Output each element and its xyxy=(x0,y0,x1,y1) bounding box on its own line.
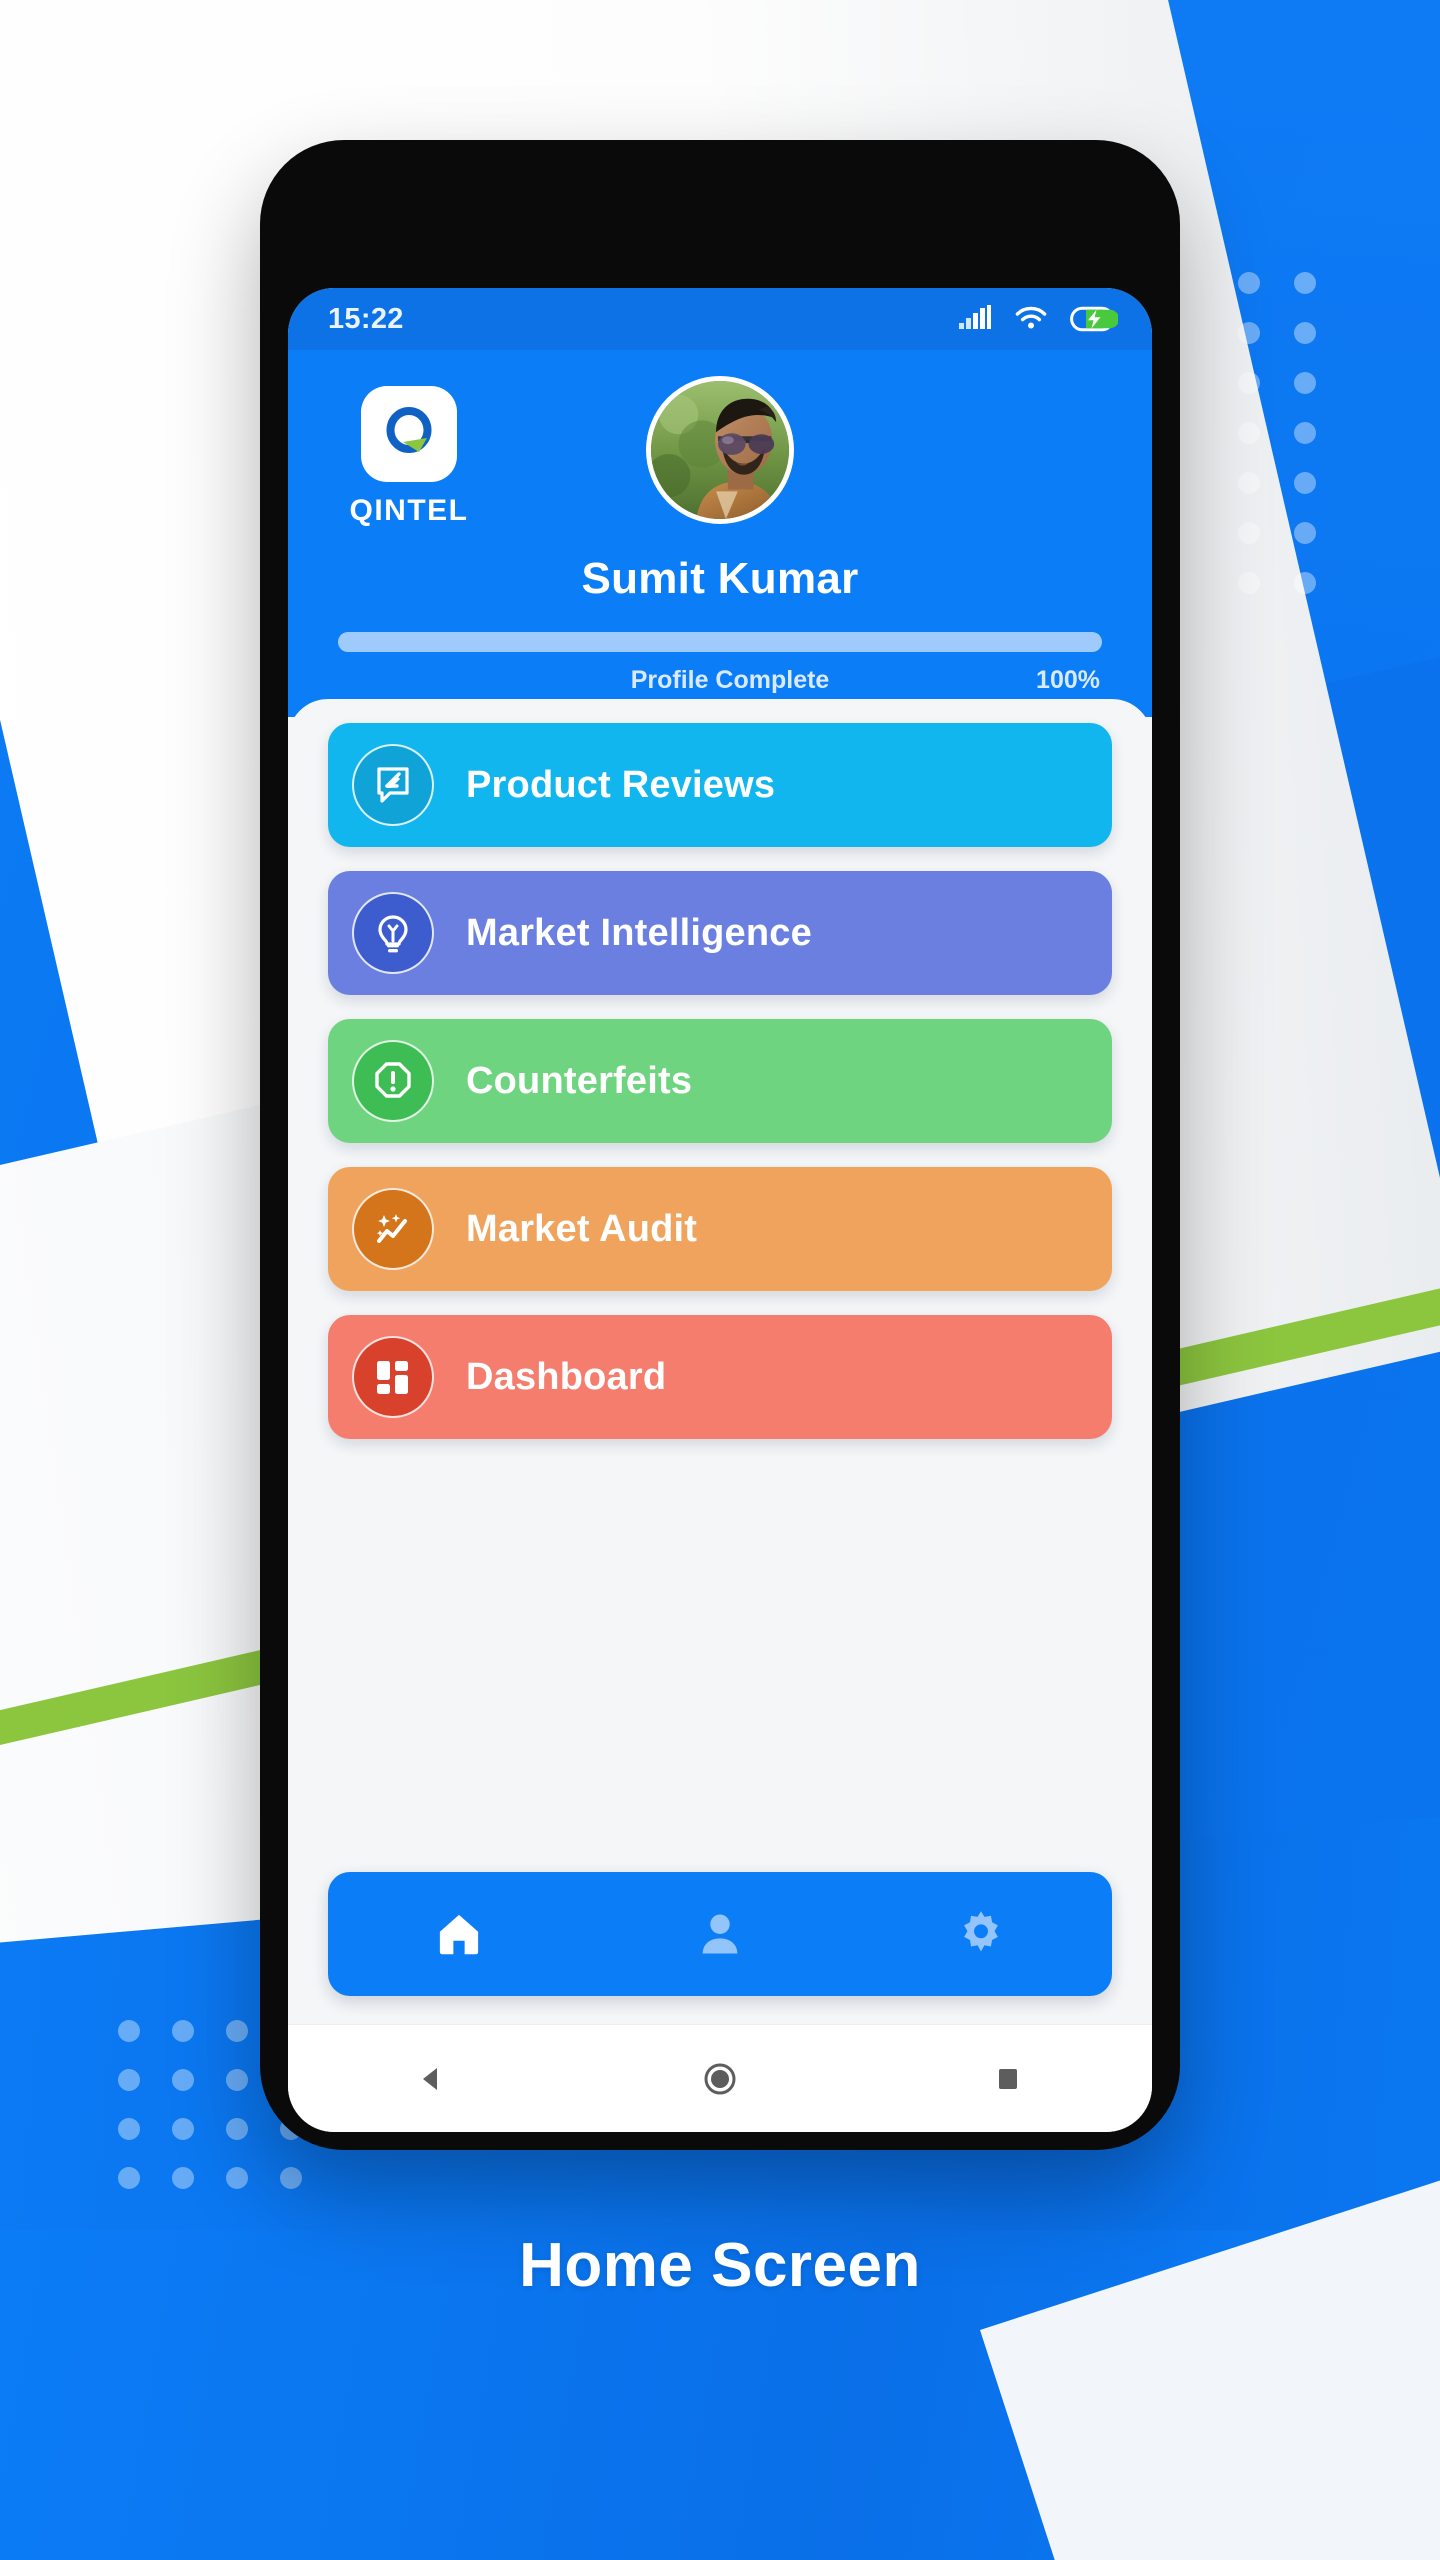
decorative-dot-grid-right xyxy=(1238,272,1350,622)
system-home-button[interactable] xyxy=(660,2044,780,2114)
profile-complete-percent: 100% xyxy=(1036,666,1100,694)
dot xyxy=(118,2020,140,2042)
dot xyxy=(1238,422,1260,444)
dot xyxy=(226,2020,248,2042)
dot xyxy=(1238,272,1260,294)
status-bar-clock: 15:22 xyxy=(328,302,404,335)
profile-completion-progress-fill xyxy=(338,632,1102,652)
dot xyxy=(172,2167,194,2189)
dot xyxy=(118,2167,140,2189)
nav-button-settings[interactable] xyxy=(921,1888,1041,1980)
header-row: QINTEL xyxy=(334,376,1106,546)
dot xyxy=(1238,372,1260,394)
system-recents-button[interactable] xyxy=(948,2044,1068,2114)
dot xyxy=(1294,372,1316,394)
dot xyxy=(1238,572,1260,594)
profile-complete-label: Profile Complete xyxy=(630,666,830,694)
dot xyxy=(1294,522,1316,544)
status-bar-icons xyxy=(958,305,1118,333)
dot xyxy=(226,2118,248,2140)
dot xyxy=(1238,472,1260,494)
dot xyxy=(280,2167,302,2189)
android-system-navigation-bar xyxy=(288,2024,1152,2132)
review-edit-icon xyxy=(352,744,434,826)
home-icon xyxy=(439,1914,478,1955)
dot xyxy=(1294,422,1316,444)
grid-dashboard-icon xyxy=(352,1336,434,1418)
qintel-logo-icon xyxy=(361,386,457,482)
dot xyxy=(226,2069,248,2091)
person-icon xyxy=(702,1914,738,1954)
menu-card-product-reviews[interactable]: Product Reviews xyxy=(328,723,1112,847)
profile-name: Sumit Kumar xyxy=(581,554,859,603)
dot xyxy=(172,2069,194,2091)
nav-button-profile[interactable] xyxy=(660,1888,780,1980)
menu-card-market-audit[interactable]: Market Audit xyxy=(328,1167,1112,1291)
content-sheet: Product Reviews Market Intelligence Coun… xyxy=(288,699,1152,2024)
nav-button-home[interactable] xyxy=(399,1888,519,1980)
menu-label: Market Audit xyxy=(466,1207,698,1250)
circle-home-icon xyxy=(704,2063,736,2094)
warning-octagon-icon xyxy=(352,1040,434,1122)
triangle-back-icon xyxy=(423,2067,437,2090)
brand-name: QINTEL xyxy=(349,494,469,527)
sparkle-chart-icon xyxy=(352,1188,434,1270)
profile-header: QINTEL Sumit Kumar Profile Complete 100% xyxy=(288,350,1152,717)
brand-block: QINTEL xyxy=(334,376,484,528)
dot xyxy=(1294,272,1316,294)
gear-icon xyxy=(964,1911,999,1952)
mockup-caption: Home Screen xyxy=(519,2231,921,2300)
menu-card-dashboard[interactable]: Dashboard xyxy=(328,1315,1112,1439)
system-back-button[interactable] xyxy=(372,2044,492,2114)
menu-label: Counterfeits xyxy=(466,1059,693,1102)
menu-label: Market Intelligence xyxy=(466,911,812,954)
avatar[interactable] xyxy=(646,376,794,524)
dot xyxy=(118,2118,140,2140)
phone-screen: 15:22 QINTEL Sumit Kumar Profile Complet… xyxy=(288,288,1152,2132)
dot xyxy=(1238,522,1260,544)
profile-completion-progress-bar xyxy=(338,632,1102,652)
battery-charging-icon xyxy=(1070,306,1118,332)
menu-card-market-intelligence[interactable]: Market Intelligence xyxy=(328,871,1112,995)
lightbulb-icon xyxy=(352,892,434,974)
dot xyxy=(1238,322,1260,344)
dot xyxy=(118,2069,140,2091)
avatar-image xyxy=(651,381,789,519)
menu-label: Dashboard xyxy=(466,1355,667,1398)
menu-card-counterfeits[interactable]: Counterfeits xyxy=(328,1019,1112,1143)
dot xyxy=(1294,572,1316,594)
dot xyxy=(172,2118,194,2140)
wifi-icon xyxy=(1015,306,1047,329)
signal-bars-icon xyxy=(959,305,991,329)
app-bottom-navigation xyxy=(328,1872,1112,1996)
dot xyxy=(226,2167,248,2189)
dot xyxy=(172,2020,194,2042)
menu-label: Product Reviews xyxy=(466,763,776,806)
phone-device-frame: 15:22 QINTEL Sumit Kumar Profile Complet… xyxy=(260,140,1180,2150)
status-bar: 15:22 xyxy=(288,288,1152,350)
phone-top-bezel xyxy=(260,140,1180,292)
dot xyxy=(1294,322,1316,344)
mockup-canvas: 15:22 QINTEL Sumit Kumar Profile Complet… xyxy=(0,0,1440,2560)
dot xyxy=(1294,472,1316,494)
square-recents-icon xyxy=(999,2068,1017,2089)
